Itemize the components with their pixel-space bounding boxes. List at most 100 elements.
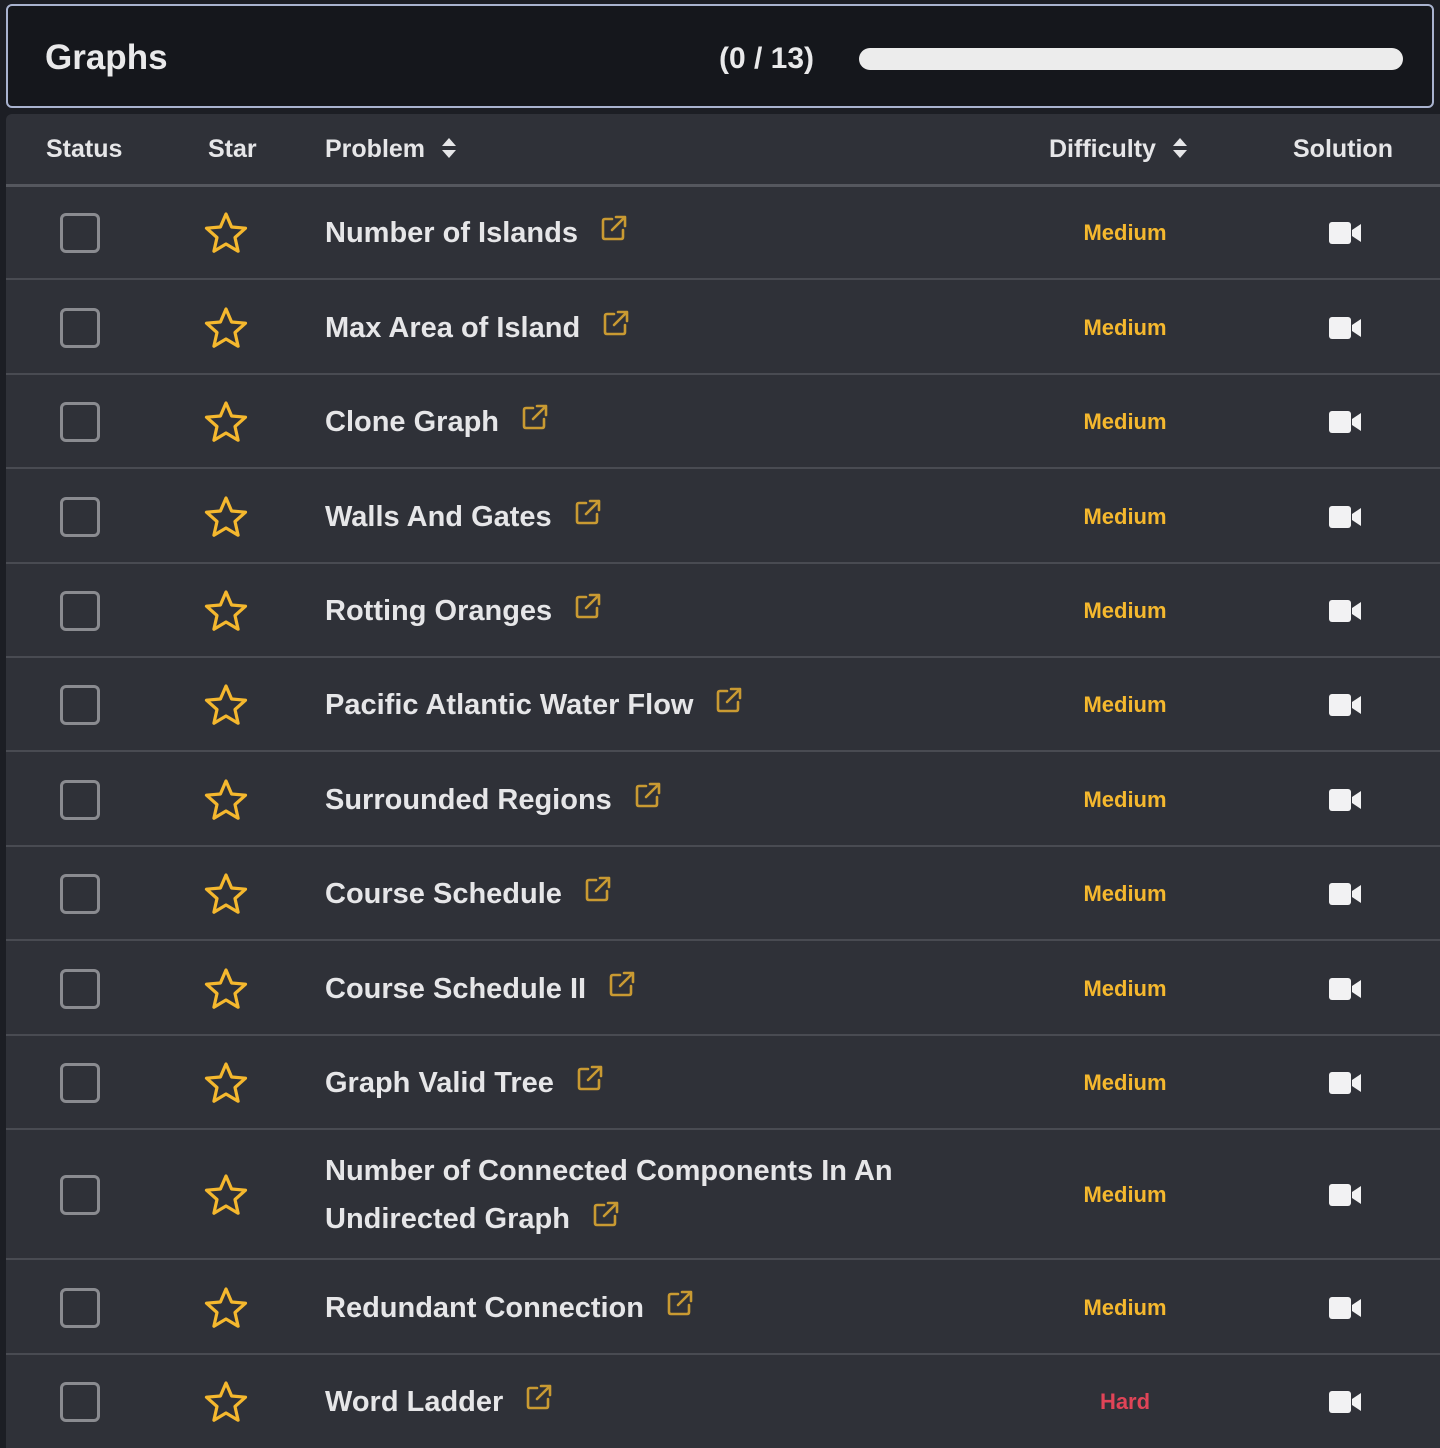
problem-name: Graph Valid Tree bbox=[325, 1067, 554, 1099]
external-link-icon[interactable] bbox=[521, 403, 549, 431]
star-outline-icon[interactable] bbox=[204, 589, 248, 633]
star-outline-icon[interactable] bbox=[204, 211, 248, 255]
difficulty-badge: Medium bbox=[1083, 598, 1167, 623]
table-row: Clone Graph Medium bbox=[6, 375, 1440, 469]
sort-icon[interactable] bbox=[1172, 136, 1188, 160]
table-row: Rotting Oranges Medium bbox=[6, 564, 1440, 658]
status-checkbox[interactable] bbox=[60, 1287, 100, 1328]
video-camera-icon[interactable] bbox=[1328, 1390, 1362, 1414]
problem-name: Course Schedule bbox=[325, 878, 562, 910]
problem-link[interactable]: Surrounded Regions bbox=[325, 776, 662, 824]
problem-name: Clone Graph bbox=[325, 406, 500, 438]
sort-icon[interactable] bbox=[441, 136, 457, 160]
problem-link[interactable]: Walls And Gates bbox=[325, 493, 602, 541]
external-link-icon[interactable] bbox=[574, 592, 602, 620]
video-camera-icon[interactable] bbox=[1328, 221, 1362, 245]
problem-link[interactable]: Course Schedule II bbox=[325, 965, 636, 1013]
star-outline-icon[interactable] bbox=[204, 1061, 248, 1105]
table-row: Graph Valid Tree Medium bbox=[6, 1036, 1440, 1130]
status-checkbox[interactable] bbox=[60, 402, 100, 442]
video-camera-icon[interactable] bbox=[1328, 1183, 1362, 1207]
external-link-icon[interactable] bbox=[574, 498, 602, 526]
video-camera-icon[interactable] bbox=[1328, 316, 1362, 340]
problem-link[interactable]: Number of Islands bbox=[325, 209, 628, 257]
section-header[interactable]: Graphs (0 / 13) bbox=[6, 4, 1434, 108]
external-link-icon[interactable] bbox=[608, 970, 636, 998]
table-row: Course Schedule Medium bbox=[6, 847, 1440, 941]
star-outline-icon[interactable] bbox=[204, 495, 248, 539]
status-checkbox[interactable] bbox=[60, 968, 100, 1009]
video-camera-icon[interactable] bbox=[1328, 1296, 1362, 1320]
status-checkbox[interactable] bbox=[60, 1063, 100, 1103]
external-link-icon[interactable] bbox=[525, 1383, 553, 1411]
external-link-icon[interactable] bbox=[576, 1064, 604, 1092]
external-link-icon[interactable] bbox=[600, 214, 628, 242]
difficulty-badge: Medium bbox=[1083, 881, 1167, 906]
video-camera-icon[interactable] bbox=[1328, 693, 1362, 717]
problem-name-line: Number of Connected Components In An bbox=[325, 1155, 893, 1187]
table-row: Surrounded Regions Medium bbox=[6, 752, 1440, 847]
problem-link[interactable]: Course Schedule bbox=[325, 870, 612, 918]
problem-name: Surrounded Regions bbox=[325, 783, 612, 816]
video-camera-icon[interactable] bbox=[1328, 410, 1362, 434]
problem-name: Word Ladder bbox=[325, 1385, 504, 1418]
video-camera-icon[interactable] bbox=[1328, 1071, 1362, 1095]
star-outline-icon[interactable] bbox=[204, 400, 248, 444]
problem-list-frame: Graphs (0 / 13) Status Star Problem Diff… bbox=[0, 0, 1440, 1448]
status-checkbox[interactable] bbox=[60, 496, 100, 537]
column-header-difficulty[interactable]: Difficulty bbox=[1049, 134, 1188, 164]
column-header-solution: Solution bbox=[1293, 135, 1393, 163]
problem-link[interactable]: Redundant Connection bbox=[325, 1284, 694, 1332]
status-checkbox[interactable] bbox=[60, 1381, 100, 1422]
video-camera-icon[interactable] bbox=[1328, 599, 1362, 623]
difficulty-badge: Medium bbox=[1083, 220, 1167, 245]
external-link-icon[interactable] bbox=[584, 875, 612, 903]
video-camera-icon[interactable] bbox=[1328, 882, 1362, 906]
problem-link[interactable]: Graph Valid Tree bbox=[325, 1059, 604, 1107]
column-header-problem[interactable]: Problem bbox=[325, 134, 457, 164]
table-row: Walls And Gates Medium bbox=[6, 469, 1440, 564]
star-outline-icon[interactable] bbox=[204, 683, 248, 727]
status-checkbox[interactable] bbox=[60, 1175, 100, 1215]
status-checkbox[interactable] bbox=[60, 874, 100, 914]
problem-link[interactable]: Rotting Oranges bbox=[325, 587, 602, 635]
status-checkbox[interactable] bbox=[60, 307, 100, 348]
status-checkbox[interactable] bbox=[60, 685, 100, 725]
status-checkbox[interactable] bbox=[60, 591, 100, 631]
difficulty-badge: Medium bbox=[1083, 786, 1167, 812]
problem-link[interactable]: Pacific Atlantic Water Flow bbox=[325, 681, 743, 729]
status-checkbox[interactable] bbox=[60, 213, 100, 253]
problem-link[interactable]: Word Ladder bbox=[325, 1378, 553, 1426]
table-row: Redundant Connection Medium bbox=[6, 1260, 1440, 1355]
column-header-star: Star bbox=[208, 135, 257, 163]
column-header-problem-label: Problem bbox=[325, 135, 426, 163]
table-row: Pacific Atlantic Water Flow Medium bbox=[6, 658, 1440, 752]
star-outline-icon[interactable] bbox=[204, 872, 248, 916]
problem-name: Rotting Oranges bbox=[325, 595, 553, 627]
column-header-difficulty-label: Difficulty bbox=[1049, 135, 1156, 163]
external-link-icon[interactable] bbox=[666, 1289, 694, 1317]
external-link-icon[interactable] bbox=[592, 1200, 620, 1228]
star-outline-icon[interactable] bbox=[204, 1380, 248, 1424]
difficulty-badge: Medium bbox=[1083, 692, 1167, 717]
external-link-icon[interactable] bbox=[634, 781, 662, 809]
problem-name: Pacific Atlantic Water Flow bbox=[325, 689, 694, 721]
external-link-icon[interactable] bbox=[602, 309, 630, 337]
video-camera-icon[interactable] bbox=[1328, 788, 1362, 812]
difficulty-badge: Medium bbox=[1083, 1294, 1167, 1320]
star-outline-icon[interactable] bbox=[204, 306, 248, 350]
star-outline-icon[interactable] bbox=[204, 1286, 248, 1330]
star-outline-icon[interactable] bbox=[204, 967, 248, 1011]
problem-link[interactable]: Max Area of Island bbox=[325, 304, 630, 352]
difficulty-badge: Hard bbox=[1099, 1388, 1151, 1414]
status-checkbox[interactable] bbox=[60, 779, 100, 820]
star-outline-icon[interactable] bbox=[204, 778, 248, 822]
progress-bar bbox=[859, 48, 1403, 70]
star-outline-icon[interactable] bbox=[204, 1173, 248, 1217]
problem-link[interactable]: Number of Connected Components In An Undi… bbox=[325, 1147, 893, 1243]
external-link-icon[interactable] bbox=[715, 686, 743, 714]
video-camera-icon[interactable] bbox=[1328, 505, 1362, 529]
problem-link[interactable]: Clone Graph bbox=[325, 398, 549, 446]
table-row: Course Schedule II Medium bbox=[6, 941, 1440, 1036]
video-camera-icon[interactable] bbox=[1328, 977, 1362, 1001]
